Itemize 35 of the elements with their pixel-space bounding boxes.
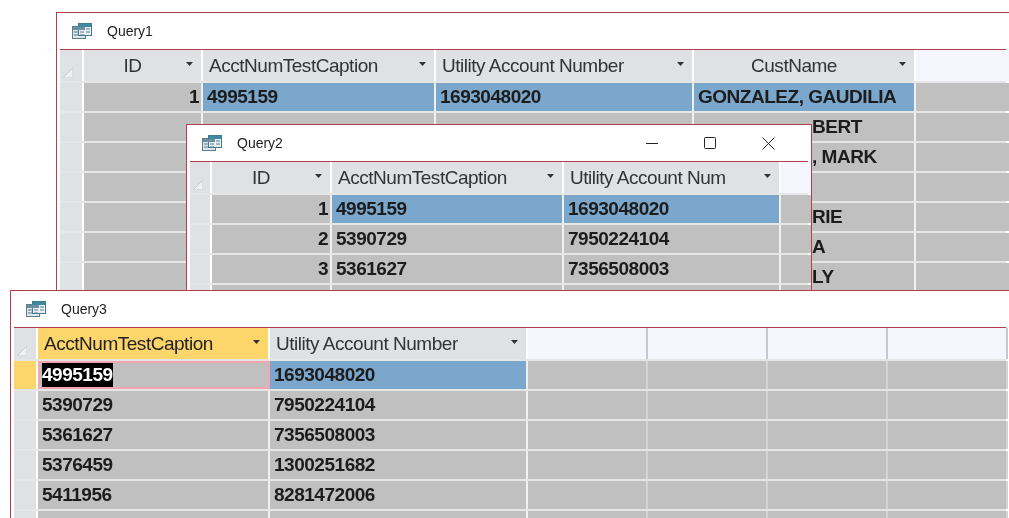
column-header[interactable]: ID — [84, 50, 203, 81]
column-header[interactable]: AcctNumTestCaption — [203, 50, 436, 81]
table-cell: 4995159 — [38, 361, 270, 389]
table-cell: 4995159 — [203, 83, 436, 111]
table-cell: 2 — [212, 225, 332, 253]
table-cell: 4995159 — [332, 195, 564, 223]
table-cell: 1300251682 — [270, 451, 528, 479]
table-cell: 1693048020 — [270, 361, 528, 389]
column-header[interactable]: ID — [212, 162, 332, 193]
window-title: Query3 — [61, 299, 107, 319]
column-header[interactable]: Utility Account Number — [270, 328, 528, 359]
table-cell: 5411956 — [38, 481, 270, 509]
table-cell: 3 — [212, 255, 332, 283]
window-title: Query1 — [107, 21, 153, 41]
table-cell: 5361627 — [38, 421, 270, 449]
table-cell: 1693048020 — [436, 83, 694, 111]
column-header[interactable]: CustName — [694, 50, 916, 81]
column-header[interactable]: Utility Account Number — [436, 50, 694, 81]
column-header[interactable]: Utility Account Num — [564, 162, 781, 193]
table-cell: GONZALEZ, GAUDILIA — [694, 83, 916, 111]
table-cell: 5390729 — [38, 391, 270, 419]
table-cell: 1693048020 — [564, 195, 781, 223]
column-header[interactable]: AcctNumTestCaption — [38, 328, 270, 359]
table-cell: 1 — [212, 195, 332, 223]
table-cell: 1 — [84, 83, 203, 111]
table-cell: 7356508003 — [270, 421, 528, 449]
table-cell: 7356508003 — [564, 255, 781, 283]
table-cell: 5376459 — [38, 451, 270, 479]
table-cell: 7950224104 — [270, 391, 528, 419]
table-cell: 7950224104 — [564, 225, 781, 253]
table-cell: 5390729 — [332, 225, 564, 253]
table-cell: 8281472006 — [270, 481, 528, 509]
window-title: Query2 — [237, 133, 283, 153]
table-cell: 5361627 — [332, 255, 564, 283]
column-header[interactable]: AcctNumTestCaption — [332, 162, 564, 193]
